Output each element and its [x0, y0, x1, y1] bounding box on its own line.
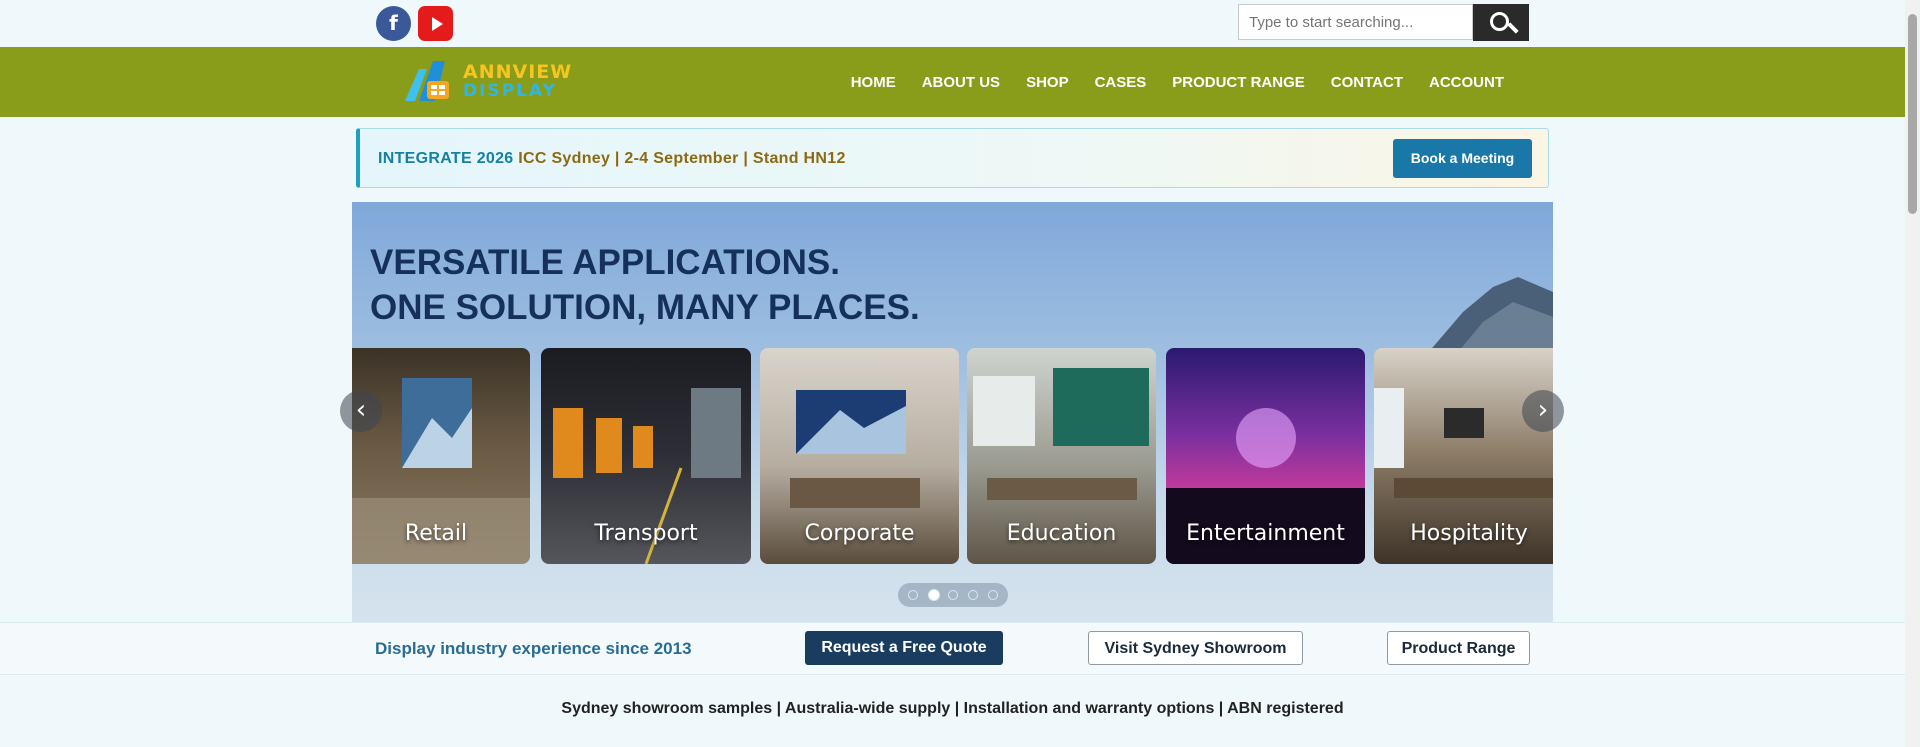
nav-home[interactable]: HOME — [838, 74, 909, 91]
main-nav: ANNVIEW DISPLAY HOME ABOUT US SHOP CASES… — [0, 47, 1905, 117]
tile-retail[interactable]: Retail — [352, 348, 530, 564]
tile-label: Transport — [594, 521, 698, 546]
carousel-prev-icon[interactable]: ‹ — [340, 390, 382, 432]
nav-cases[interactable]: CASES — [1082, 74, 1160, 91]
event-text: INTEGRATE 2026 ICC Sydney | 2-4 Septembe… — [378, 150, 846, 168]
tile-entertainment[interactable]: Entertainment — [1166, 348, 1365, 564]
youtube-icon[interactable] — [418, 6, 453, 41]
page-scrollbar[interactable] — [1905, 0, 1920, 747]
tile-hospitality[interactable]: Hospitality — [1374, 348, 1553, 564]
tile-label: Education — [1006, 521, 1117, 546]
hero-heading-line2: ONE SOLUTION, MANY PLACES. — [370, 288, 920, 327]
facebook-icon[interactable]: f — [376, 6, 411, 41]
trust-line: Sydney showroom samples | Australia-wide… — [561, 700, 1344, 717]
tile-education[interactable]: Education — [967, 348, 1156, 564]
nav-shop[interactable]: SHOP — [1013, 74, 1082, 91]
carousel-pagination — [898, 583, 1008, 607]
visit-showroom-button[interactable]: Visit Sydney Showroom — [1088, 631, 1303, 665]
tile-transport[interactable]: Transport — [541, 348, 751, 564]
carousel-next-icon[interactable]: › — [1522, 390, 1564, 432]
carousel-dot[interactable] — [908, 590, 918, 600]
top-bar: f — [0, 0, 1905, 47]
logo-text-line2: DISPLAY — [463, 81, 557, 101]
tile-label: Hospitality — [1410, 521, 1528, 546]
search-input[interactable] — [1238, 4, 1473, 40]
nav-contact[interactable]: CONTACT — [1318, 74, 1416, 91]
event-title: INTEGRATE 2026 — [378, 150, 514, 167]
carousel-dot[interactable] — [968, 590, 978, 600]
request-quote-button[interactable]: Request a Free Quote — [805, 631, 1003, 665]
nav-menu: HOME ABOUT US SHOP CASES PRODUCT RANGE C… — [838, 47, 1517, 117]
application-tiles: Retail Transport Corporate Education Ent… — [352, 348, 1553, 566]
tile-label: Retail — [404, 521, 468, 546]
tile-corporate[interactable]: Corporate — [760, 348, 959, 564]
hero-heading: VERSATILE APPLICATIONS. ONE SOLUTION, MA… — [370, 240, 920, 330]
experience-text: Display industry experience since 2013 — [375, 639, 692, 658]
search-icon[interactable] — [1473, 4, 1529, 41]
site-logo[interactable]: ANNVIEW DISPLAY — [405, 57, 571, 105]
carousel-dot[interactable] — [948, 590, 958, 600]
nav-account[interactable]: ACCOUNT — [1416, 74, 1517, 91]
tile-label: Entertainment — [1186, 521, 1345, 546]
scrollbar-thumb[interactable] — [1908, 14, 1917, 214]
event-details: ICC Sydney | 2-4 September | Stand HN12 — [518, 150, 846, 167]
carousel-dot[interactable] — [928, 589, 940, 601]
nav-product-range[interactable]: PRODUCT RANGE — [1159, 74, 1318, 91]
book-meeting-button[interactable]: Book a Meeting — [1393, 139, 1532, 178]
cta-bar: Display industry experience since 2013 R… — [0, 622, 1905, 675]
product-range-button[interactable]: Product Range — [1387, 631, 1530, 665]
logo-mark-icon — [405, 61, 449, 101]
carousel-dot[interactable] — [988, 590, 998, 600]
hero-heading-line1: VERSATILE APPLICATIONS. — [370, 243, 840, 282]
tile-label: Corporate — [804, 521, 915, 546]
logo-text-line1: ANNVIEW — [463, 61, 573, 83]
nav-about-us[interactable]: ABOUT US — [909, 74, 1013, 91]
hero-carousel: VERSATILE APPLICATIONS. ONE SOLUTION, MA… — [352, 202, 1553, 622]
event-banner: INTEGRATE 2026 ICC Sydney | 2-4 Septembe… — [356, 128, 1549, 188]
